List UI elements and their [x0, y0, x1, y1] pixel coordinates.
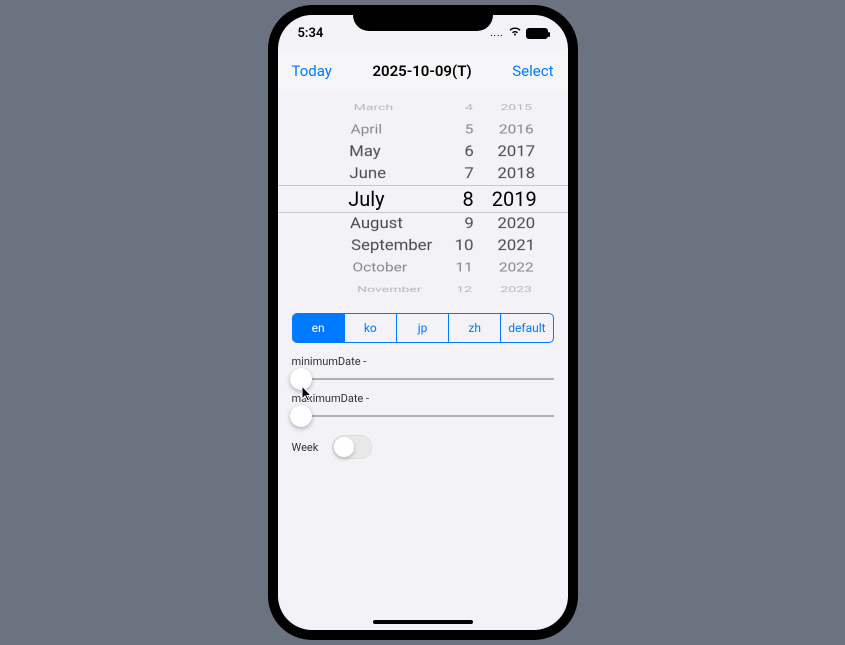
- picker-item: October: [353, 261, 408, 276]
- picker-item: 5: [464, 123, 473, 138]
- picker-item: 2018: [498, 164, 536, 183]
- picker-item: 10: [454, 236, 473, 255]
- slider-thumb[interactable]: [290, 405, 312, 427]
- picker-item: 6: [464, 142, 473, 161]
- picker-item-selected: July: [348, 185, 384, 213]
- status-right: ....: [490, 26, 547, 41]
- page-title: 2025-10-09(T): [372, 62, 471, 80]
- picker-item: 2022: [499, 261, 534, 276]
- screen: 5:34 .... Today 2025-10-09(T) Select Feb…: [278, 15, 568, 630]
- week-label: Week: [292, 441, 319, 454]
- day-wheel[interactable]: 3 4 5 6 7 8 9 10 11 12 13: [454, 99, 474, 299]
- picker-item: 11: [455, 261, 472, 276]
- minimum-date-slider[interactable]: [292, 378, 554, 380]
- date-picker[interactable]: February March April May June July Augus…: [278, 99, 568, 299]
- picker-item: 2017: [498, 142, 536, 161]
- signal-dots-icon: ....: [490, 29, 503, 38]
- picker-item: November: [357, 285, 421, 295]
- picker-item: 4: [465, 103, 473, 113]
- picker-item: August: [350, 214, 403, 233]
- week-row: Week: [292, 435, 554, 459]
- week-switch[interactable]: [332, 435, 372, 459]
- picker-item: April: [351, 123, 383, 138]
- segment-en[interactable]: en: [293, 314, 345, 342]
- locale-segmented-control[interactable]: en ko jp zh default: [292, 313, 554, 343]
- phone-frame: 5:34 .... Today 2025-10-09(T) Select Feb…: [268, 5, 578, 640]
- picker-item: March: [354, 103, 394, 113]
- wifi-icon: [508, 26, 522, 41]
- segment-jp[interactable]: jp: [397, 314, 449, 342]
- picker-item: September: [351, 236, 432, 255]
- status-time: 5:34: [298, 26, 324, 41]
- today-button[interactable]: Today: [292, 62, 332, 80]
- maximum-date-slider[interactable]: [292, 415, 554, 417]
- picker-item: 2023: [501, 285, 533, 295]
- minimum-date-row: minimumDate -: [292, 355, 554, 380]
- battery-icon: [526, 28, 548, 39]
- picker-item: 12: [456, 285, 472, 295]
- nav-bar: Today 2025-10-09(T) Select: [278, 51, 568, 91]
- select-button[interactable]: Select: [512, 62, 553, 80]
- picker-item: June: [350, 164, 387, 183]
- picker-item-selected: 8: [463, 185, 474, 213]
- switch-knob: [334, 437, 354, 457]
- picker-item: 2021: [498, 236, 536, 255]
- year-wheel[interactable]: 2014 2015 2016 2017 2018 2019 2020 2021 …: [492, 99, 537, 299]
- picker-item: 2016: [499, 123, 534, 138]
- segment-default[interactable]: default: [501, 314, 552, 342]
- picker-item: 7: [464, 164, 473, 183]
- minimum-date-label: minimumDate -: [292, 355, 554, 368]
- segment-ko[interactable]: ko: [345, 314, 397, 342]
- home-indicator[interactable]: [373, 620, 473, 624]
- slider-thumb[interactable]: [290, 368, 312, 390]
- picker-item-selected: 2019: [492, 185, 537, 213]
- month-wheel[interactable]: February March April May June July Augus…: [348, 99, 435, 299]
- maximum-date-label: maximumDate -: [292, 392, 554, 405]
- picker-item: 2020: [498, 214, 536, 233]
- maximum-date-row: maximumDate -: [292, 392, 554, 417]
- picker-item: 2015: [501, 103, 533, 113]
- notch: [353, 5, 493, 31]
- picker-item: 9: [464, 214, 473, 233]
- picker-item: May: [349, 142, 381, 161]
- segment-zh[interactable]: zh: [449, 314, 501, 342]
